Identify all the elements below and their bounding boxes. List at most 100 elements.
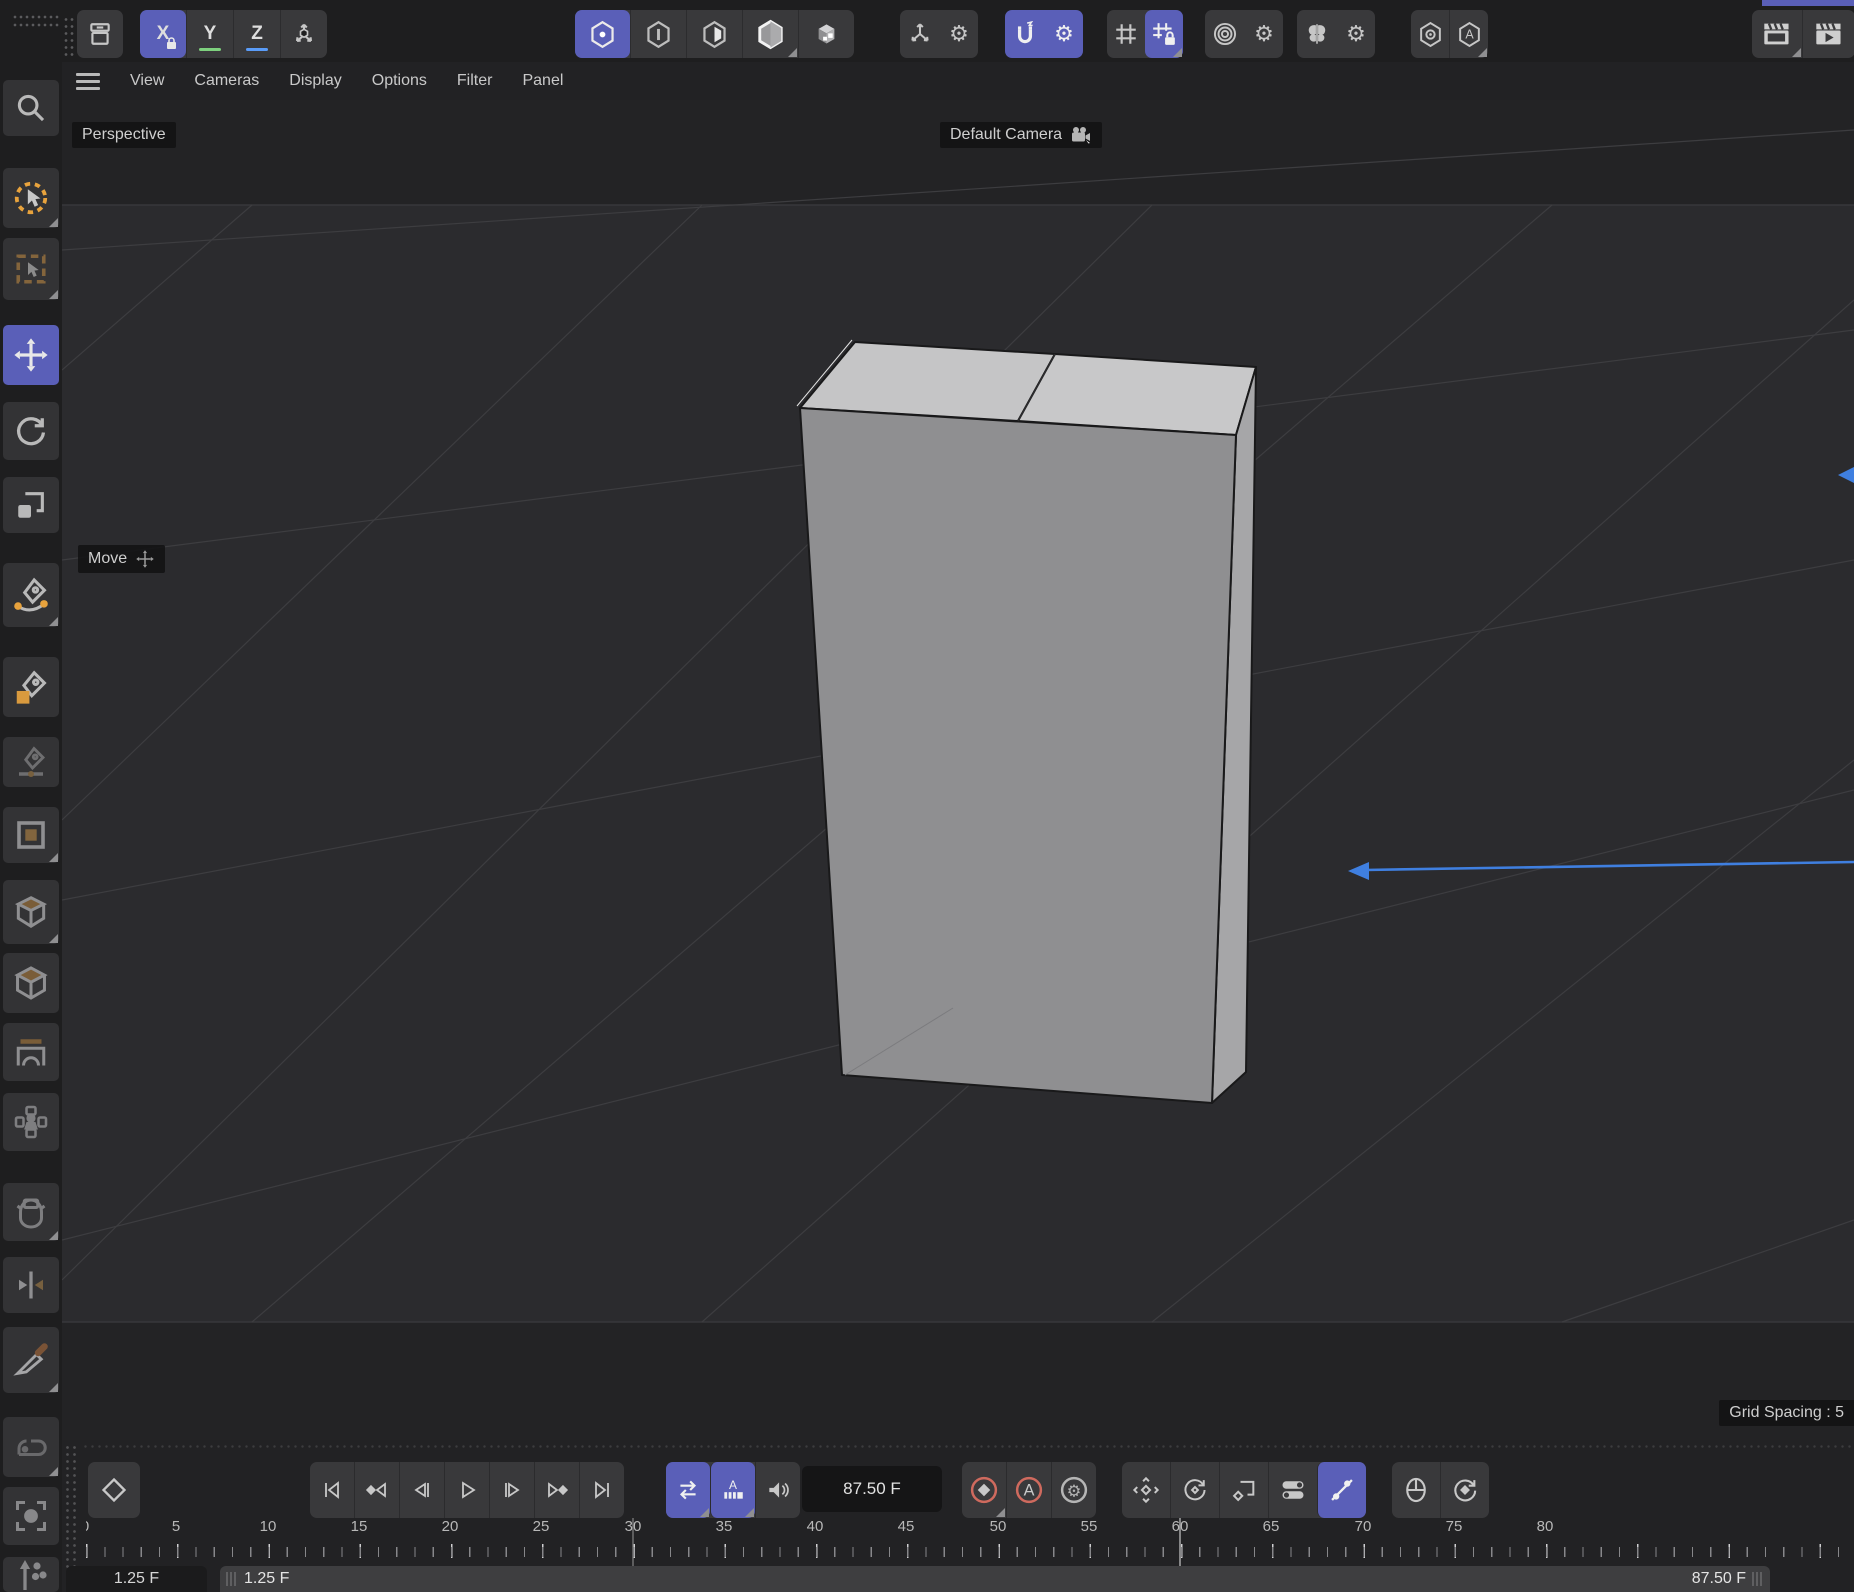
extrude-cube-tool[interactable] <box>3 953 59 1013</box>
record-keyframe-button[interactable] <box>962 1462 1006 1518</box>
content-browser-button[interactable] <box>77 10 123 58</box>
preview-range-slider[interactable]: 1.25 F 87.50 F <box>220 1566 1770 1592</box>
model-mode-icon <box>756 19 785 50</box>
previous-key-button[interactable] <box>354 1462 399 1518</box>
move-tool[interactable] <box>3 325 59 385</box>
menu-panel[interactable]: Panel <box>522 72 563 90</box>
workplane-button[interactable] <box>1107 10 1145 58</box>
coordinate-system-button[interactable] <box>900 10 940 58</box>
next-frame-button[interactable] <box>489 1462 534 1518</box>
menu-view[interactable]: View <box>130 72 164 90</box>
model-mode-button[interactable] <box>742 10 798 58</box>
menu-filter[interactable]: Filter <box>457 72 493 90</box>
add-keyframe-button[interactable] <box>88 1462 140 1518</box>
snap-settings-button[interactable]: ⚙ <box>1045 10 1083 58</box>
y-underline <box>199 48 221 51</box>
go-to-end-button[interactable] <box>579 1462 624 1518</box>
loop-button[interactable] <box>666 1462 710 1518</box>
key-rotation-button[interactable] <box>1170 1462 1219 1518</box>
tweak-tool[interactable] <box>3 807 59 863</box>
menu-cameras[interactable]: Cameras <box>194 72 259 90</box>
render-view-button[interactable] <box>1752 10 1802 58</box>
perspective-viewport[interactable]: Perspective Default Camera Move Grid Spa… <box>62 100 1854 1440</box>
viewport-filter-button[interactable] <box>1411 10 1449 58</box>
camera-label[interactable]: Default Camera <box>940 122 1102 148</box>
cinema4d-window: X Y Z <box>0 0 1854 1592</box>
view-label[interactable]: Perspective <box>72 122 176 148</box>
autokey-range-button[interactable]: A <box>710 1462 755 1518</box>
spline-pen-tool[interactable] <box>3 563 59 627</box>
texture-axis-mode-button[interactable] <box>798 10 854 58</box>
workplane-group <box>1107 10 1183 58</box>
sketch-spline-tool[interactable] <box>3 657 59 717</box>
bridge-tool[interactable] <box>3 1023 59 1081</box>
current-frame-field[interactable]: 87.50 F <box>802 1466 942 1512</box>
clapperboard-icon <box>1762 20 1792 48</box>
archive-box-icon <box>87 21 113 47</box>
menu-options[interactable]: Options <box>372 72 427 90</box>
crossed-dots-icon <box>1328 1476 1356 1504</box>
range-right-grip[interactable] <box>1752 1572 1764 1586</box>
viewport-auto-button[interactable]: A <box>1449 10 1488 58</box>
x-axis-lock-button[interactable]: X <box>140 10 186 58</box>
scatter-arrow-tool[interactable] <box>3 1557 59 1592</box>
spot-project-tool[interactable] <box>3 1487 59 1545</box>
flyout-indicator <box>49 290 58 299</box>
snap-button[interactable] <box>1005 10 1045 58</box>
magnet-brush-tool[interactable] <box>3 1183 59 1241</box>
range-left-grip[interactable] <box>226 1572 238 1586</box>
rotate-input-button[interactable] <box>1440 1462 1489 1518</box>
edges-mode-button[interactable] <box>630 10 686 58</box>
range-start-field[interactable]: 1.25 F <box>66 1566 207 1592</box>
keyframe-settings-button[interactable]: ⚙ <box>1051 1462 1096 1518</box>
previous-frame-icon <box>410 1478 434 1502</box>
coordinate-settings-button[interactable]: ⚙ <box>940 10 978 58</box>
render-picture-viewer-button[interactable] <box>1802 10 1854 58</box>
z-axis-button[interactable]: Z <box>233 10 280 58</box>
symmetry-button[interactable] <box>1297 10 1337 58</box>
rectangle-selection-icon <box>13 251 49 287</box>
flyout-indicator <box>49 853 58 862</box>
target-button[interactable] <box>1205 10 1245 58</box>
workplane-lock-button[interactable] <box>1145 10 1183 58</box>
key-position-button[interactable] <box>1122 1462 1170 1518</box>
iron-tool[interactable] <box>3 1417 59 1477</box>
knife-tool[interactable] <box>3 1327 59 1393</box>
flyout-indicator <box>1792 48 1801 57</box>
live-selection-tool[interactable] <box>3 168 59 228</box>
next-key-button[interactable] <box>534 1462 579 1518</box>
rectangle-selection-tool[interactable] <box>3 238 59 300</box>
menu-display[interactable]: Display <box>289 72 341 90</box>
key-exclude-button[interactable] <box>1317 1462 1366 1518</box>
viewport-render[interactable] <box>62 100 1854 1440</box>
cube-object[interactable] <box>797 340 1256 1103</box>
hexagon-dot-icon <box>1418 21 1443 48</box>
axis-tool-button[interactable] <box>280 10 327 58</box>
symmetry-settings-button[interactable]: ⚙ <box>1337 10 1375 58</box>
go-to-start-button[interactable] <box>310 1462 354 1518</box>
hamburger-menu-icon[interactable] <box>76 73 100 90</box>
spline-smooth-tool[interactable] <box>3 737 59 787</box>
toolbar-drag-handle[interactable] <box>12 13 60 29</box>
previous-frame-button[interactable] <box>399 1462 444 1518</box>
timeline-drag-dots <box>82 1443 1852 1451</box>
rotate-tool[interactable] <box>3 402 59 460</box>
autokey-button[interactable]: A <box>1006 1462 1051 1518</box>
polygons-mode-button[interactable] <box>686 10 742 58</box>
soft-selection-weight-tool[interactable] <box>3 1093 59 1151</box>
symmetry-group: ⚙ <box>1297 10 1375 58</box>
mouse-input-button[interactable] <box>1392 1462 1440 1518</box>
scale-tool[interactable] <box>3 477 59 533</box>
target-settings-button[interactable]: ⚙ <box>1245 10 1283 58</box>
y-axis-button[interactable]: Y <box>186 10 233 58</box>
mirror-tool[interactable] <box>3 1257 59 1313</box>
record-keyframe-icon <box>969 1475 999 1505</box>
polygon-pen-tool[interactable] <box>3 880 59 944</box>
play-button[interactable] <box>444 1462 489 1518</box>
points-mode-button[interactable] <box>575 10 630 58</box>
key-scale-button[interactable] <box>1219 1462 1268 1518</box>
key-toggles-button[interactable] <box>1268 1462 1317 1518</box>
search-tool[interactable] <box>3 80 59 136</box>
flyout-indicator <box>49 1467 58 1476</box>
sound-button[interactable] <box>755 1462 800 1518</box>
